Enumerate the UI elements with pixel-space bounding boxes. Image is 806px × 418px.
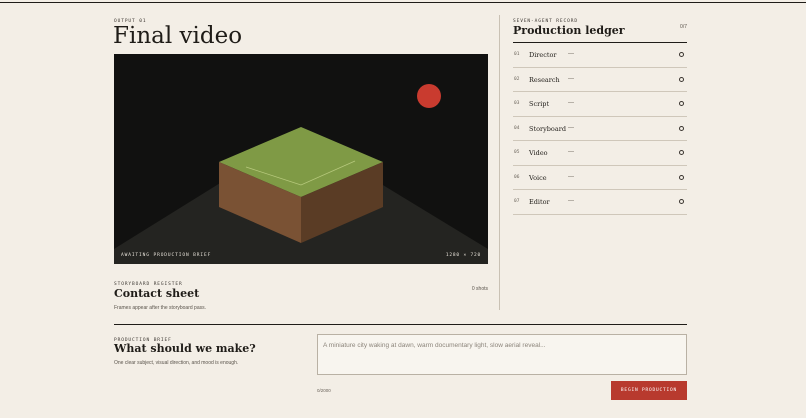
ledger-row-research[interactable]: 02 Research — [513,68,687,92]
status-dot-icon [679,174,684,180]
status-dot-icon [679,125,684,131]
agent-name: Director [529,51,557,59]
row-number: 03 [514,101,520,106]
agent-state: — [568,51,574,57]
agent-state: — [568,173,574,180]
status-dot-icon [679,150,684,155]
row-number: 04 [514,125,520,131]
column-divider [499,15,500,310]
agent-name: Editor [529,198,550,206]
agent-state: — [568,124,574,131]
agent-name: Storyboard [529,124,566,133]
row-number: 02 [514,76,520,82]
agent-name: Research [529,75,560,84]
brief-note: One clear subject, visual direction, and… [114,360,239,366]
row-number: 06 [514,174,520,180]
ledger-row-video[interactable]: 05 Video — [513,141,687,166]
ledger-list: 01 Director — 02 Research — 03 Script — … [513,43,687,215]
row-number: 05 [514,150,520,155]
ledger-row-script[interactable]: 03 Script — [513,92,687,117]
scene-illustration [114,84,488,264]
video-status: AWAITING PRODUCTION BRIEF [121,253,212,258]
status-dot-icon [679,76,684,82]
agent-name: Script [529,100,550,108]
agent-name: Voice [529,173,547,182]
row-number: 01 [514,52,520,57]
ledger-row-voice[interactable]: 06 Voice — [513,166,687,190]
agent-state: — [568,75,574,82]
ledger-progress-count: 0/7 [680,24,687,30]
brief-title: What should we make? [114,342,256,355]
shots-count: 0 shots [471,286,488,292]
top-rule [0,2,806,3]
video-resolution: 1280 × 720 [445,253,481,258]
storyboard-note: Frames appear after the storyboard pass. [114,305,206,311]
section-rule [114,324,687,325]
ledger-row-editor[interactable]: 07 Editor — [513,190,687,215]
agent-state: — [568,149,574,155]
agent-name: Video [529,149,548,157]
begin-production-button[interactable]: BEGIN PRODUCTION [611,381,687,400]
status-dot-icon [679,199,684,204]
status-dot-icon [679,52,684,57]
ledger-row-storyboard[interactable]: 04 Storyboard — [513,117,687,141]
video-preview[interactable]: AWAITING PRODUCTION BRIEF 1280 × 720 [114,54,488,264]
page-title: Final video [113,23,243,49]
ledger-title: Production ledger [513,24,625,37]
character-count: 0/2000 [317,388,331,393]
agent-state: — [568,198,574,204]
sun-shape [417,84,441,108]
row-number: 07 [514,199,520,204]
contact-sheet-title: Contact sheet [114,287,200,300]
agent-state: — [568,100,574,106]
ledger-row-director[interactable]: 01 Director — [513,43,687,68]
brief-textarea[interactable] [317,334,687,375]
status-dot-icon [679,101,684,106]
